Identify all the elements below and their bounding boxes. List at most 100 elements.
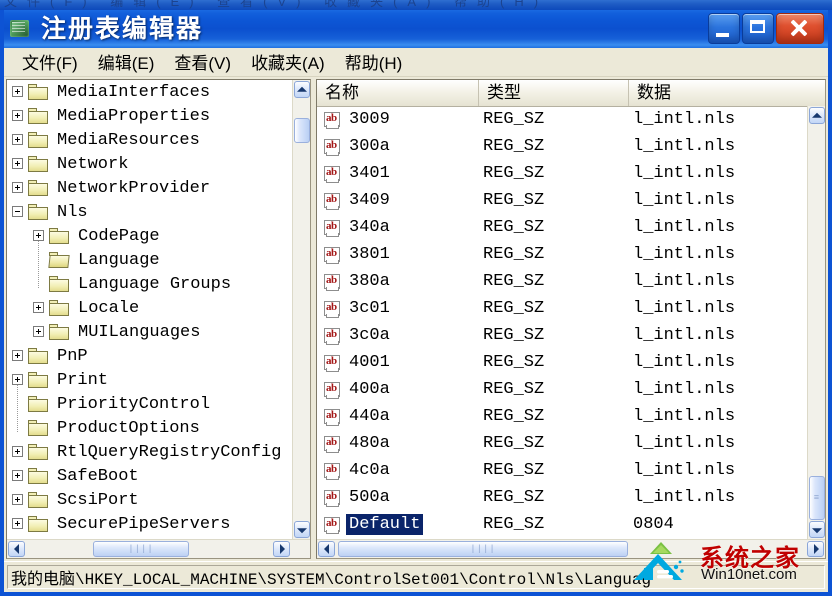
value-type-cell: REG_SZ	[483, 299, 545, 318]
menu-help[interactable]: 帮助(H)	[335, 47, 413, 77]
tree-node[interactable]: MediaProperties	[7, 104, 292, 128]
value-type-cell: REG_SZ	[483, 191, 545, 210]
tree-node[interactable]: Network	[7, 152, 292, 176]
tree-node-label: MUILanguages	[78, 322, 201, 342]
value-name-text: 500a	[349, 488, 390, 507]
value-type-cell: REG_SZ	[483, 488, 545, 507]
tree-node[interactable]: SafeBoot	[7, 464, 292, 488]
table-row[interactable]: Default REG_SZ 0804	[317, 511, 807, 538]
table-row[interactable]: 3801 REG_SZ l_intl.nls	[317, 241, 807, 268]
tree-scroll-right-button[interactable]	[273, 541, 290, 557]
expand-node-icon[interactable]	[11, 181, 26, 196]
tree-scroll-left-button[interactable]	[8, 541, 25, 557]
expand-node-icon[interactable]	[11, 85, 26, 100]
expand-node-icon[interactable]	[11, 469, 26, 484]
tree-node[interactable]: Language Groups	[7, 264, 292, 296]
tree-node[interactable]: MediaInterfaces	[7, 80, 292, 104]
tree-node[interactable]: PriorityControl	[7, 384, 292, 416]
value-data-cell: l_intl.nls	[633, 380, 736, 399]
tree-node[interactable]: Language	[7, 240, 292, 272]
tree-hscroll-thumb[interactable]: ||||	[93, 541, 189, 557]
table-row[interactable]: 380a REG_SZ l_intl.nls	[317, 268, 807, 295]
expand-node-icon[interactable]	[11, 133, 26, 148]
value-name-text: 480a	[349, 434, 390, 453]
expand-node-icon[interactable]	[11, 109, 26, 124]
tree-node-label: CodePage	[78, 226, 160, 246]
list-horizontal-scrollbar[interactable]: ||||	[317, 539, 825, 558]
menu-file[interactable]: 文件(F)	[12, 47, 88, 77]
column-header-type[interactable]: 类型	[479, 80, 629, 106]
list-scroll-thumb[interactable]: ≡	[809, 476, 825, 520]
list-scroll-down-button[interactable]	[809, 521, 825, 538]
minimize-button[interactable]	[708, 13, 740, 44]
tree-horizontal-scrollbar[interactable]: ||||	[7, 539, 310, 558]
column-header-data[interactable]: 数据	[629, 80, 825, 106]
collapse-node-icon[interactable]	[11, 205, 26, 220]
list-vertical-scrollbar[interactable]: ≡	[807, 106, 825, 539]
table-row[interactable]: 4001 REG_SZ l_intl.nls	[317, 349, 807, 376]
value-name-text: 4001	[349, 353, 390, 372]
column-header-name[interactable]: 名称	[317, 80, 479, 106]
registry-values-list[interactable]: 3009 REG_SZ l_intl.nls 300a REG_SZ l_intl.nls…	[317, 106, 807, 539]
expand-node-icon[interactable]	[32, 229, 47, 244]
table-row[interactable]: 500a REG_SZ l_intl.nls	[317, 484, 807, 511]
tree-node[interactable]: ProductOptions	[7, 408, 292, 440]
value-type-cell: REG_SZ	[483, 380, 545, 399]
menu-view[interactable]: 查看(V)	[164, 47, 241, 77]
folder-icon	[28, 372, 49, 388]
tree-vertical-scrollbar[interactable]	[292, 80, 310, 539]
minimize-icon	[716, 33, 729, 37]
tree-node[interactable]: MUILanguages	[7, 320, 292, 344]
expand-node-icon[interactable]	[11, 517, 26, 532]
table-row[interactable]: 3401 REG_SZ l_intl.nls	[317, 160, 807, 187]
maximize-restore-button[interactable]	[742, 13, 774, 44]
table-row[interactable]: 480a REG_SZ l_intl.nls	[317, 430, 807, 457]
table-row[interactable]: 400a REG_SZ l_intl.nls	[317, 376, 807, 403]
tree-node[interactable]: Locale	[7, 296, 292, 320]
list-scroll-left-button[interactable]	[318, 541, 335, 557]
menu-favorites[interactable]: 收藏夹(A)	[241, 47, 335, 77]
tree-node[interactable]: Print	[7, 368, 292, 392]
tree-scroll-up-button[interactable]	[294, 81, 310, 98]
table-row[interactable]: 300a REG_SZ l_intl.nls	[317, 133, 807, 160]
string-value-icon	[323, 462, 342, 480]
list-hscroll-thumb[interactable]: ||||	[338, 541, 628, 557]
table-row[interactable]: 440a REG_SZ l_intl.nls	[317, 403, 807, 430]
tree-node[interactable]: Nls	[7, 200, 292, 224]
tree-line	[32, 240, 47, 268]
tree-scroll-down-button[interactable]	[294, 521, 310, 538]
expand-node-icon[interactable]	[32, 325, 47, 340]
tree-node[interactable]: NetworkProvider	[7, 176, 292, 200]
tree-node[interactable]: CodePage	[7, 224, 292, 248]
expand-node-icon[interactable]	[11, 157, 26, 172]
tree-node[interactable]: PnP	[7, 344, 292, 368]
tree-node[interactable]: MediaResources	[7, 128, 292, 152]
value-name-text: 3401	[349, 164, 390, 183]
tree-node[interactable]: RtlQueryRegistryConfig	[7, 440, 292, 464]
expand-node-icon[interactable]	[32, 301, 47, 316]
expand-node-icon[interactable]	[11, 349, 26, 364]
value-name-text: 340a	[349, 218, 390, 237]
expand-node-icon[interactable]	[11, 445, 26, 460]
string-value-icon	[323, 138, 342, 156]
menu-edit[interactable]: 编辑(E)	[88, 47, 165, 77]
registry-key-tree[interactable]: MediaInterfaces MediaProperties MediaResou…	[7, 80, 292, 539]
table-row[interactable]: 3c0a REG_SZ l_intl.nls	[317, 322, 807, 349]
tree-node-label: Nls	[57, 202, 88, 222]
list-scroll-up-button[interactable]	[809, 107, 825, 124]
expand-node-icon[interactable]	[11, 493, 26, 508]
value-type-cell: REG_SZ	[483, 353, 545, 372]
table-row[interactable]: 3409 REG_SZ l_intl.nls	[317, 187, 807, 214]
tree-scroll-thumb[interactable]	[294, 118, 310, 143]
table-row[interactable]: 3009 REG_SZ l_intl.nls	[317, 106, 807, 133]
tree-node[interactable]: ScsiPort	[7, 488, 292, 512]
expand-node-icon[interactable]	[11, 373, 26, 388]
close-button[interactable]	[776, 13, 824, 44]
value-data-cell: l_intl.nls	[633, 137, 736, 156]
list-scroll-right-button[interactable]	[807, 541, 824, 557]
table-row[interactable]: 340a REG_SZ l_intl.nls	[317, 214, 807, 241]
table-row[interactable]: 4c0a REG_SZ l_intl.nls	[317, 457, 807, 484]
value-type-cell: REG_SZ	[483, 245, 545, 264]
tree-node[interactable]: SecurePipeServers	[7, 512, 292, 536]
table-row[interactable]: 3c01 REG_SZ l_intl.nls	[317, 295, 807, 322]
